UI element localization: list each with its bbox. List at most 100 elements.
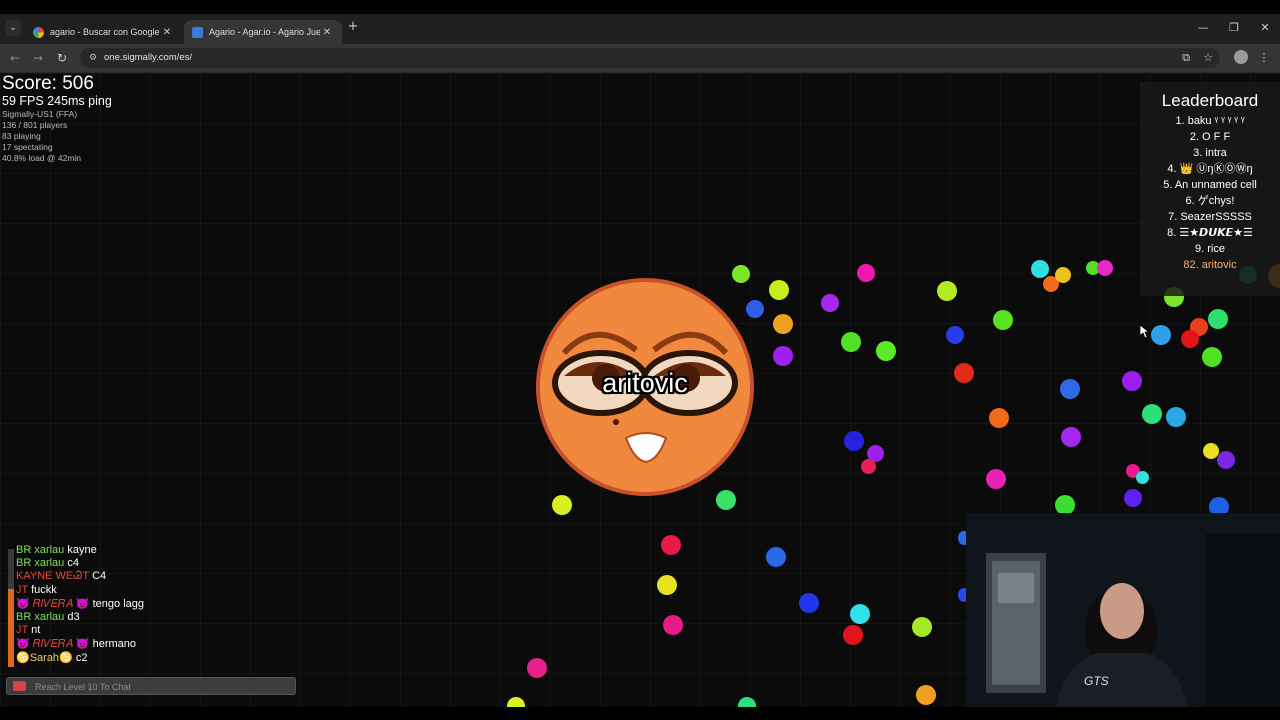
- food-pellet: [773, 346, 793, 366]
- playing-text: 83 playing: [2, 131, 41, 141]
- food-pellet: [1151, 325, 1171, 345]
- food-pellet: [527, 658, 547, 678]
- tab-google-search[interactable]: agario - Buscar con Google ✕: [25, 20, 182, 44]
- food-pellet: [657, 575, 677, 595]
- chat-sender: 😈 𝑅𝐼𝑉𝐸𝑅𝐴 😈: [16, 638, 90, 650]
- close-tab-icon[interactable]: ✕: [320, 27, 334, 38]
- food-pellet: [552, 495, 572, 515]
- new-tab-button[interactable]: +: [346, 20, 360, 34]
- food-pellet: [507, 697, 525, 707]
- chat-text: tengo lagg: [92, 598, 144, 610]
- food-pellet: [1055, 267, 1071, 283]
- food-pellet: [916, 685, 936, 705]
- chat-text: kayne: [67, 544, 97, 556]
- chat-sender: KAYNE WEᏊT: [16, 570, 90, 582]
- forward-button[interactable]: →: [30, 50, 46, 66]
- score-text: Score: 506: [2, 73, 94, 94]
- chat-sender: BR xarlau: [16, 557, 65, 569]
- food-pellet: [937, 281, 957, 301]
- top-black-strip: [0, 0, 1280, 14]
- leaderboard-title: Leaderboard: [1161, 91, 1259, 110]
- bookmark-star-icon[interactable]: ☆: [1200, 50, 1216, 66]
- back-button[interactable]: ←: [7, 50, 23, 66]
- leaderboard-entry: 5. An unnamed cell: [1163, 179, 1257, 191]
- chat-message: JT nt: [16, 624, 40, 636]
- tab-agario[interactable]: Agario - Agar.io - Agario Juegos ✕: [184, 20, 342, 44]
- chat-text: hermano: [92, 638, 137, 650]
- chat-text: C4: [92, 570, 107, 582]
- install-app-icon[interactable]: ⧉: [1178, 50, 1194, 66]
- player-name: aritovic: [602, 368, 688, 398]
- chat-message: BR xarlau d3: [16, 611, 80, 623]
- leaderboard-entry: 4. 👑 ⓊŋⓀⓄⓌŋ: [1167, 163, 1253, 175]
- reload-button[interactable]: ↻: [54, 50, 70, 66]
- food-pellet: [989, 408, 1009, 428]
- food-pellet: [986, 469, 1006, 489]
- leaderboard-entry: 6. ゲchys!: [1185, 195, 1235, 207]
- restore-button[interactable]: ❐: [1224, 20, 1244, 36]
- chat-message: KAYNE WEᏊT C4: [16, 570, 106, 583]
- chat-sender: JT: [16, 624, 29, 636]
- leaderboard-entry: 1. baku ᵞ ᵞ ᵞ ᵞ ᵞ: [1175, 115, 1245, 127]
- chat-scrollbar[interactable]: [8, 549, 14, 667]
- food-pellet: [876, 341, 896, 361]
- tab-title: Agario - Agar.io - Agario Juegos: [209, 27, 320, 37]
- chat-text: fuckk: [31, 584, 57, 596]
- chat-message: ♋Sarah♋ c2: [16, 651, 87, 664]
- chat-sender: BR xarlau: [16, 611, 65, 623]
- food-pellet: [993, 310, 1013, 330]
- food-pellet: [861, 459, 876, 474]
- leaderboard: Leaderboard 1. baku ᵞ ᵞ ᵞ ᵞ ᵞ 2. O F F 3…: [1140, 82, 1280, 296]
- chat-sender: BR xarlau: [16, 544, 65, 556]
- food-pellet: [844, 431, 864, 451]
- profile-avatar[interactable]: [1234, 50, 1248, 64]
- window-close-button[interactable]: ✕: [1255, 20, 1275, 36]
- food-pellet: [738, 697, 756, 707]
- food-pellet: [1060, 379, 1080, 399]
- leaderboard-entry: 2. O F F: [1189, 131, 1231, 143]
- chat-scroll-thumb[interactable]: [8, 589, 14, 667]
- food-pellet: [1181, 330, 1199, 348]
- site-info-icon[interactable]: ⚙: [87, 52, 99, 64]
- food-pellet: [850, 604, 870, 624]
- close-tab-icon[interactable]: ✕: [160, 27, 174, 38]
- food-pellet: [766, 547, 786, 567]
- fps-ping-text: 59 FPS 245ms ping: [2, 94, 112, 108]
- food-pellet: [1166, 407, 1186, 427]
- leaderboard-entry: 9. rice: [1195, 243, 1225, 255]
- chat-input[interactable]: [33, 680, 287, 694]
- webcam-shirt-text: GTS: [1084, 674, 1109, 688]
- leaderboard-entry: 8. ☰★𝘿𝙐𝙆𝙀★☰: [1167, 227, 1253, 239]
- food-pellet: [1122, 371, 1142, 391]
- food-pellet: [1031, 260, 1049, 278]
- address-bar[interactable]: ⚙ one.sigmally.com/es/: [80, 48, 1220, 68]
- bottom-black-strip: [0, 707, 1280, 720]
- leaderboard-entry: 3. intra: [1193, 147, 1227, 159]
- food-pellet: [773, 314, 793, 334]
- game-canvas[interactable]: Score: 506 59 FPS 245ms ping Sigmally-US…: [0, 73, 1280, 707]
- food-pellet: [912, 617, 932, 637]
- stats-hud: Score: 506 59 FPS 245ms ping Sigmally-US…: [2, 73, 112, 164]
- menu-icon[interactable]: ⋮: [1256, 50, 1272, 66]
- leaderboard-entry: 7. SeazerSSSSS: [1168, 211, 1252, 223]
- chat-sender: 😈 𝑅𝐼𝑉𝐸𝑅𝐴 😈: [16, 598, 90, 610]
- chat-input-box[interactable]: [6, 677, 296, 695]
- google-icon: [33, 26, 44, 38]
- tab-search-chevron-icon[interactable]: ⌄: [5, 20, 21, 36]
- chat-sender: ♋Sarah♋: [16, 652, 73, 664]
- url-text: one.sigmally.com/es/: [104, 52, 192, 63]
- chat-text: c4: [67, 557, 79, 569]
- food-pellet: [1142, 404, 1162, 424]
- food-pellet: [663, 615, 683, 635]
- food-pellet: [799, 593, 819, 613]
- chat-text: c2: [75, 652, 88, 664]
- food-pellet: [661, 535, 681, 555]
- chat-text: d3: [67, 611, 80, 623]
- food-pellet: [843, 625, 863, 645]
- chat-message: BR xarlau kayne: [16, 544, 97, 556]
- tab-title: agario - Buscar con Google: [50, 27, 160, 37]
- server-text: Sigmally-US1 (FFA): [2, 109, 78, 119]
- minimize-button[interactable]: —: [1193, 20, 1213, 36]
- mail-icon: [13, 681, 26, 691]
- food-pellet: [1124, 489, 1142, 507]
